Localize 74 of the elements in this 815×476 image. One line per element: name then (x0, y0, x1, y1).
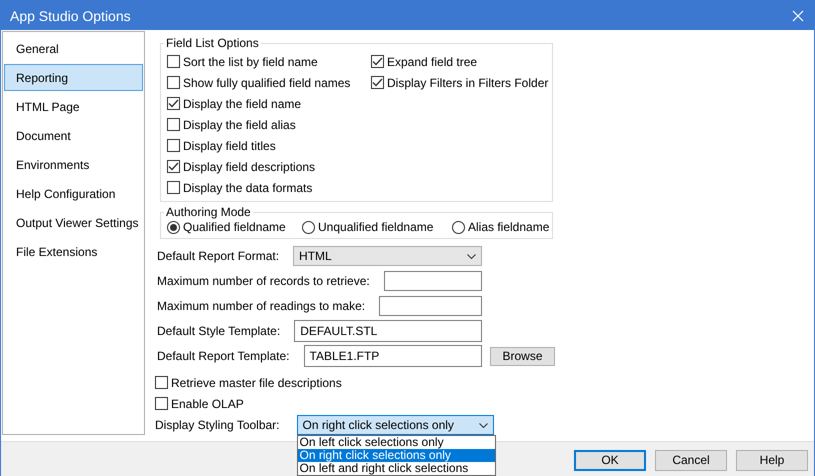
checkbox-label: Enable OLAP (171, 396, 244, 410)
checkbox-label: Display field titles (183, 138, 276, 152)
field-label: Default Report Template: (157, 349, 291, 363)
radio-label: Qualified fieldname (183, 220, 286, 234)
input-field[interactable] (384, 271, 482, 291)
checkbox[interactable]: Sort the list by field name (167, 53, 371, 70)
checkbox-box[interactable] (155, 397, 168, 410)
input-field[interactable] (379, 296, 482, 316)
input-field[interactable]: DEFAULT.STL (294, 320, 482, 342)
caret-icon (478, 422, 488, 428)
field-label: Maximum number of readings to make: (157, 299, 366, 313)
group-title: Authoring Mode (165, 205, 252, 219)
checkbox-box[interactable] (167, 181, 180, 194)
sidebar-item[interactable]: Environments (4, 151, 143, 178)
field-label: Display Styling Toolbar: (155, 418, 281, 432)
caret-icon (467, 254, 476, 258)
checkbox-label: Display the field name (183, 96, 302, 110)
input-field[interactable]: TABLE1.FTP (304, 345, 482, 367)
checkbox-label: Expand field tree (387, 54, 478, 68)
dialog-button[interactable]: OK (574, 450, 646, 470)
field-label: Default Report Format: (157, 249, 280, 263)
radio-option[interactable]: Qualified fieldname (167, 219, 302, 235)
checkbox-label: Display Filters in Filters Folder (387, 76, 548, 90)
checkbox-box[interactable] (371, 55, 384, 68)
field-label: Default Style Template: (157, 324, 282, 338)
radio-button[interactable] (452, 220, 465, 234)
dialog-button[interactable]: Help (736, 450, 808, 470)
checkbox[interactable]: Show fully qualified field names (167, 74, 371, 91)
dropdown-option[interactable]: On left click selections only (298, 436, 495, 449)
radio-button[interactable] (167, 220, 180, 234)
checkbox[interactable]: Display the field name (167, 95, 371, 112)
checkbox-box[interactable] (167, 160, 180, 173)
sidebar-item[interactable]: HTML Page (4, 93, 143, 120)
checkbox-box[interactable] (167, 139, 180, 152)
checkbox-label: Display the data formats (183, 180, 312, 194)
checkbox-label: Show fully qualified field names (183, 76, 350, 90)
checkbox-box[interactable] (155, 376, 168, 389)
close-icon[interactable] (792, 10, 804, 22)
sidebar-item[interactable]: File Extensions (4, 238, 143, 265)
checkbox[interactable]: Display field descriptions (167, 158, 371, 175)
window-title: App Studio Options (10, 8, 131, 24)
checkbox[interactable]: Display the data formats (167, 179, 371, 196)
browse-button[interactable]: Browse (490, 346, 555, 366)
checkbox-box[interactable] (167, 97, 180, 110)
sidebar-item[interactable]: Reporting (4, 64, 143, 91)
format-dropdown[interactable]: HTML (293, 246, 482, 266)
checkbox[interactable]: Display Filters in Filters Folder (371, 74, 548, 91)
checkbox-box[interactable] (167, 76, 180, 89)
radio-label: Alias fieldname (468, 220, 550, 234)
group-title: Field List Options (165, 36, 260, 50)
checkbox[interactable]: Expand field tree (371, 53, 548, 70)
radio-label: Unqualified fieldname (318, 220, 434, 234)
radio-option[interactable]: Unqualified fieldname (302, 219, 452, 235)
dropdown-option[interactable]: On right click selections only (298, 449, 495, 462)
checkbox[interactable]: Display field titles (167, 137, 371, 154)
checkbox-box[interactable] (167, 118, 180, 131)
checkbox-box[interactable] (371, 76, 384, 89)
dropdown-option[interactable]: On left and right click selections (298, 462, 495, 475)
checkbox-label: Sort the list by field name (183, 54, 318, 68)
sidebar-item[interactable]: General (4, 35, 143, 62)
radio-button[interactable] (302, 220, 315, 234)
checkbox-label: Display field descriptions (183, 160, 316, 174)
sidebar-item[interactable]: Output Viewer Settings (4, 209, 143, 236)
checkbox-label: Display the field alias (183, 118, 296, 132)
checkbox[interactable]: Retrieve master file descriptions (155, 374, 555, 391)
dialog-button[interactable]: Cancel (655, 450, 727, 470)
checkbox-box[interactable] (167, 55, 180, 68)
checkbox[interactable]: Enable OLAP (155, 395, 555, 412)
field-label: Maximum number of records to retrieve: (157, 274, 371, 288)
checkbox-label: Retrieve master file descriptions (171, 376, 342, 390)
checkbox[interactable]: Display the field alias (167, 116, 371, 133)
sidebar-item[interactable]: Help Configuration (4, 180, 143, 207)
radio-option[interactable]: Alias fieldname (452, 219, 550, 235)
sidebar-item[interactable]: Document (4, 122, 143, 149)
